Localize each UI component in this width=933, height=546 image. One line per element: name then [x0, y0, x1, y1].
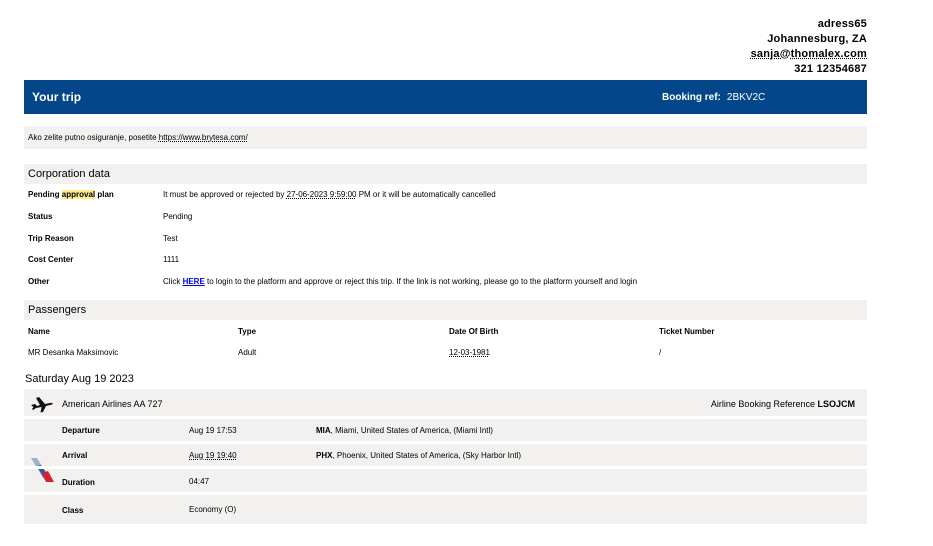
address-line: adress65 — [817, 18, 867, 30]
airline-booking-reference-value: LSOJCM — [817, 398, 855, 409]
corp-row-pending: Pending approval plan It must be approve… — [24, 184, 867, 206]
col-type: Type — [238, 326, 257, 336]
passengers-header-row: Name Type Date Of Birth Ticket Number — [24, 320, 867, 341]
corp-row-cost: Cost Center 1111 — [24, 249, 867, 271]
american-airlines-logo-icon — [31, 457, 54, 482]
divider — [24, 465, 867, 469]
col-name: Name — [28, 326, 50, 336]
address-phone: 321 12354687 — [794, 63, 867, 75]
insurance-notice: Ako zelite putno osiguranje, posetite ht… — [24, 126, 867, 149]
trip-reason-value: Test — [163, 233, 178, 243]
corp-row-status: Status Pending — [24, 206, 867, 228]
divider — [24, 415, 867, 419]
arrival-time: Aug 19 19:40 — [189, 450, 237, 460]
approval-here-link[interactable]: HERE — [183, 277, 205, 286]
address-city: Johannesburg, ZA — [767, 33, 867, 45]
trip-reason-label: Trip Reason — [28, 233, 74, 243]
page-title: Your trip — [32, 90, 82, 104]
passenger-ticket: / — [659, 347, 662, 357]
departure-airport: MIA, Miami, United States of America, (M… — [316, 425, 493, 435]
cost-center-label: Cost Center — [28, 255, 74, 265]
divider — [24, 440, 867, 444]
passenger-type: Adult — [238, 347, 257, 357]
booking-ref-value: 2BKV2C — [726, 92, 766, 103]
duration-label: Duration — [62, 477, 95, 487]
departure-label: Departure — [62, 425, 100, 435]
departure-time: Aug 19 17:53 — [189, 425, 237, 435]
itinerary-date: Saturday Aug 19 2023 — [25, 372, 134, 385]
table-row: MR Desanka Maksimovic Adult 12-03-1981 / — [24, 341, 867, 362]
arrival-airport: PHX, Phoenix, United States of America, … — [316, 450, 521, 460]
pending-value: It must be approved or rejected by 27-06… — [163, 190, 496, 199]
address-email-link[interactable]: sanja@thomalex.com — [24, 47, 867, 62]
corporation-heading: Corporation data — [24, 164, 867, 184]
col-dob: Date Of Birth — [449, 326, 499, 336]
corp-row-other: Other Click HERE to login to the platfor… — [24, 271, 867, 293]
pending-label-highlight: approval — [61, 190, 96, 199]
airplane-icon — [31, 396, 53, 413]
duration-value: 04:47 — [189, 476, 210, 486]
divider — [24, 491, 867, 495]
booking-ref-label: Booking ref: — [662, 92, 721, 103]
col-ticket: Ticket Number — [659, 326, 715, 336]
airline-booking-reference: Airline Booking Reference LSOJCM — [710, 398, 855, 409]
insurance-link[interactable]: https://www.brytesa.com/ — [159, 133, 248, 142]
flight-segment: American Airlines AA 727 Airline Booking… — [24, 388, 867, 524]
other-label: Other — [28, 277, 50, 287]
passengers-heading: Passengers — [24, 299, 867, 320]
passenger-dob: 12-03-1981 — [449, 347, 490, 357]
trip-banner: Your trip Booking ref: 2BKV2C — [24, 80, 867, 114]
pending-deadline: 27-06-2023 9:59:00 — [286, 190, 357, 199]
cost-center-value: 1111 — [163, 255, 180, 265]
company-address: adress65 Johannesburg, ZA sanja@thomalex… — [24, 0, 867, 77]
class-label: Class — [62, 505, 84, 515]
trip-document: adress65 Johannesburg, ZA sanja@thomalex… — [24, 0, 867, 524]
status-label: Status — [28, 211, 53, 221]
flight-carrier: American Airlines AA 727 — [62, 398, 163, 409]
passenger-name: MR Desanka Maksimovic — [28, 347, 119, 357]
corp-row-reason: Trip Reason Test — [24, 228, 867, 250]
pending-label: Pending approval plan — [28, 190, 114, 199]
insurance-notice-text: Ako zelite putno osiguranje, posetite — [28, 133, 159, 142]
arrival-label: Arrival — [62, 450, 88, 460]
other-value: Click HERE to login to the platform and … — [163, 277, 638, 287]
class-value: Economy (O) — [189, 504, 237, 514]
status-value: Pending — [163, 211, 193, 221]
booking-ref: Booking ref: 2BKV2C — [662, 92, 765, 103]
